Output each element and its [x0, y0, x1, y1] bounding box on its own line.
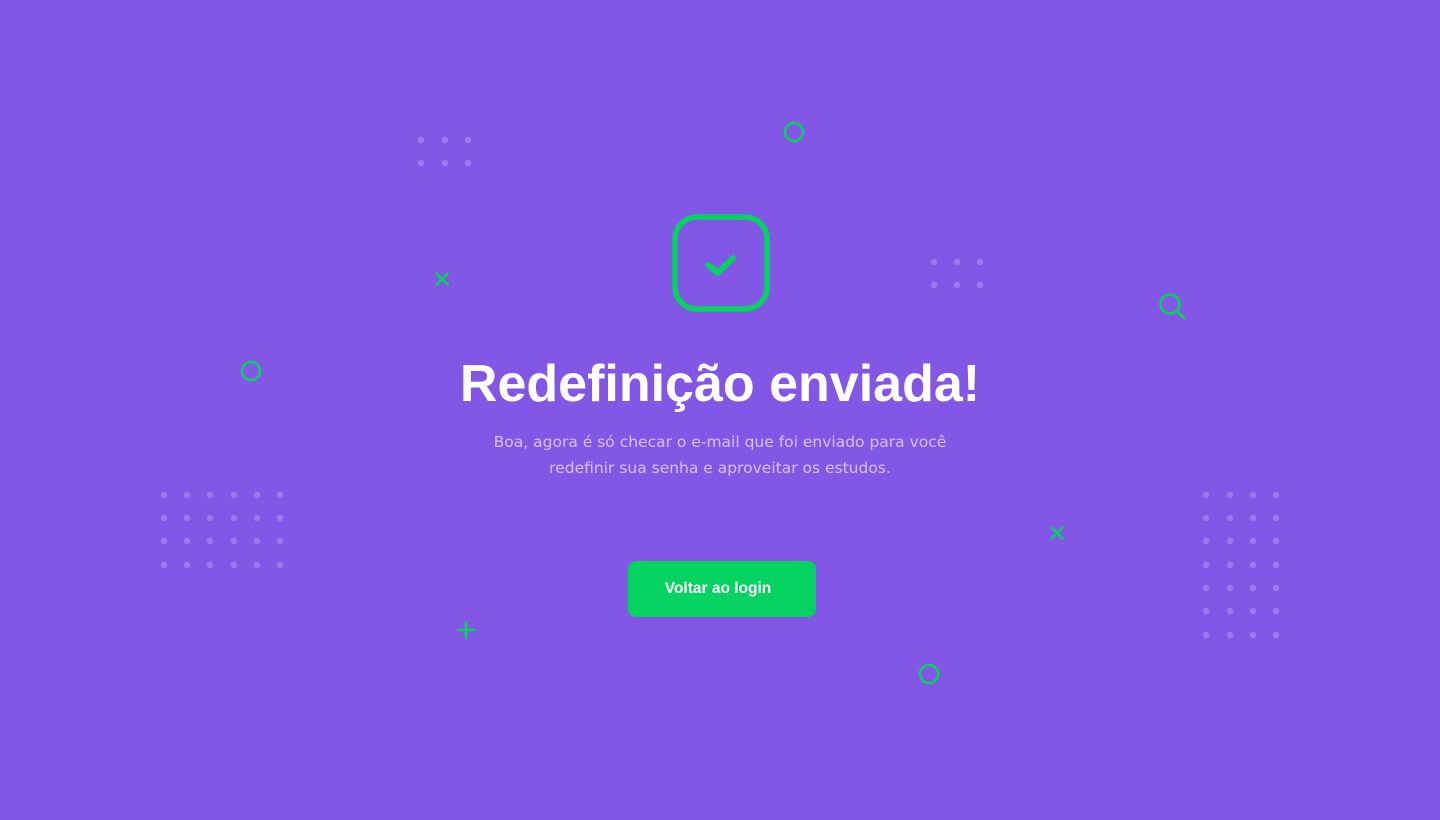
- dot-grid-right: [1202, 491, 1280, 639]
- ring-bottom-icon: [918, 663, 940, 685]
- plus-icon: [456, 620, 476, 640]
- cross-left-icon: [435, 272, 449, 286]
- page-title: Redefinição enviada!: [459, 355, 981, 413]
- dot-grid-left: [160, 491, 284, 569]
- back-to-login-button[interactable]: Voltar ao login: [628, 561, 816, 617]
- check-square-icon: [672, 214, 770, 312]
- ring-top-icon: [783, 121, 805, 143]
- description-line-1: Boa, agora é só checar o e-mail que foi …: [493, 433, 947, 451]
- description-line-2: redefinir sua senha e aproveitar os estu…: [549, 459, 891, 477]
- dot-grid-top-left: [417, 136, 472, 167]
- dot-grid-top-right: [930, 258, 984, 289]
- success-page: Redefinição enviada! Boa, agora é só che…: [0, 0, 1440, 820]
- page-description: Boa, agora é só checar o e-mail que foi …: [470, 429, 970, 481]
- search-icon: [1159, 293, 1186, 320]
- cross-right-icon: [1050, 526, 1064, 540]
